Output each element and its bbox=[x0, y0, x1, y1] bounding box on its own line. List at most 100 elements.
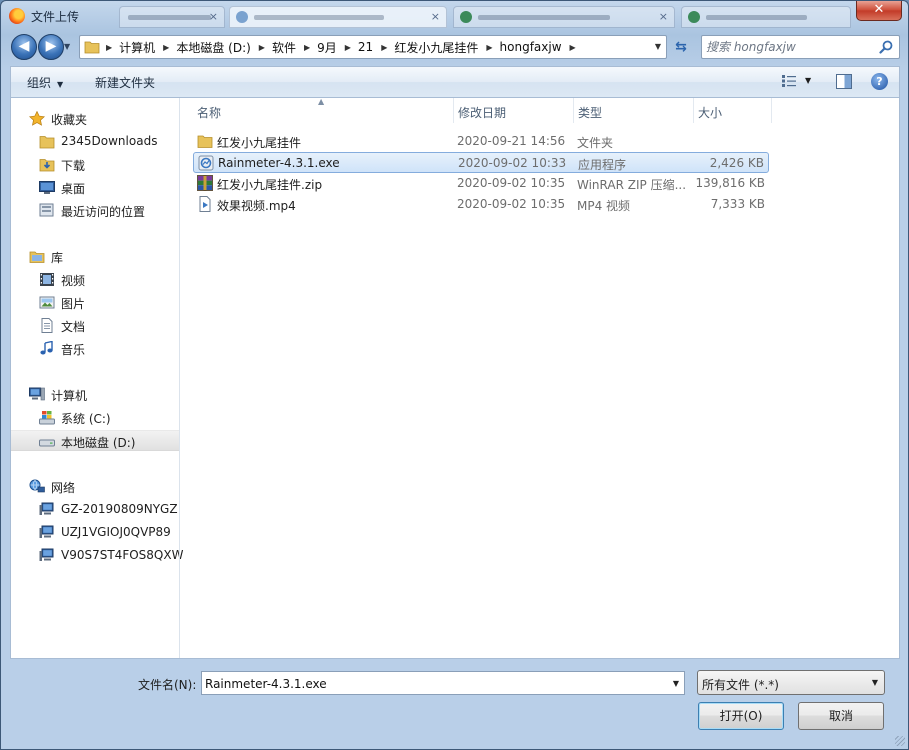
refresh-button[interactable]: ⇆ bbox=[671, 37, 691, 57]
chevron-right-icon[interactable]: ▶ bbox=[486, 43, 492, 52]
command-bar: 组织 ▼ 新建文件夹 ▼ ? bbox=[10, 66, 900, 97]
file-type-value: 所有文件 (*.*) bbox=[702, 678, 779, 692]
view-options-icon[interactable] bbox=[782, 75, 796, 87]
sidebar-header-network[interactable]: 网络 bbox=[11, 476, 179, 497]
sidebar-item-downloads[interactable]: 下载 bbox=[11, 154, 179, 175]
sidebar-item-network-pc[interactable]: GZ-20190809NYGZ bbox=[11, 499, 179, 520]
sidebar-item-drive-d[interactable]: 本地磁盘 (D:) bbox=[11, 430, 179, 451]
file-row[interactable]: 红发小九尾挂件 2020-09-21 14:56 文件夹 bbox=[193, 131, 769, 152]
sidebar-item-music[interactable]: 音乐 bbox=[11, 338, 179, 359]
sidebar-header-libraries[interactable]: 库 bbox=[11, 246, 179, 267]
chevron-right-icon[interactable]: ▶ bbox=[106, 43, 112, 52]
filename-input[interactable] bbox=[205, 675, 665, 692]
file-size: 2,426 KB bbox=[709, 156, 764, 170]
picture-icon bbox=[39, 295, 55, 310]
file-list[interactable]: 名称 ▲ 修改日期 类型 大小 红发小九尾挂件 2020-09-21 14:56… bbox=[181, 97, 899, 658]
refresh-icon: ⇆ bbox=[675, 39, 687, 55]
chevron-right-icon[interactable]: ▶ bbox=[345, 43, 351, 52]
new-folder-button[interactable]: 新建文件夹 bbox=[95, 74, 155, 91]
hard-drive-icon bbox=[39, 434, 55, 449]
file-row[interactable]: Rainmeter-4.3.1.exe 2020-09-02 10:33 应用程… bbox=[193, 152, 769, 173]
sidebar-item-recent-places[interactable]: 最近访问的位置 bbox=[11, 200, 179, 221]
breadcrumb-item[interactable]: 软件 bbox=[272, 39, 296, 56]
back-arrow-icon: ◀ bbox=[18, 38, 30, 54]
column-divider[interactable] bbox=[771, 98, 772, 123]
column-label: 名称 bbox=[197, 106, 222, 120]
back-button[interactable]: ◀ bbox=[11, 34, 37, 60]
close-button[interactable]: ✕ bbox=[856, 1, 902, 21]
forward-button[interactable]: ▶ bbox=[38, 34, 64, 60]
sidebar-label: 图片 bbox=[61, 297, 86, 311]
chevron-right-icon[interactable]: ▶ bbox=[259, 43, 265, 52]
chevron-right-icon[interactable]: ▶ bbox=[570, 43, 576, 52]
address-history-dropdown[interactable]: ▼ bbox=[655, 42, 661, 51]
view-dropdown-icon[interactable]: ▼ bbox=[805, 76, 811, 85]
help-icon[interactable]: ? bbox=[871, 73, 888, 90]
sidebar-item-desktop[interactable]: 桌面 bbox=[11, 177, 179, 198]
address-bar[interactable]: ▶ 计算机 ▶ 本地磁盘 (D:) ▶ 软件 ▶ 9月 ▶ 21 ▶ 红发小九尾… bbox=[79, 35, 667, 59]
pane-divider[interactable] bbox=[179, 98, 180, 658]
sidebar-header-favorites[interactable]: 收藏夹 bbox=[11, 108, 179, 129]
sidebar-label: UZJ1VGIOJ0QVP89 bbox=[61, 525, 171, 539]
chevron-right-icon[interactable]: ▶ bbox=[381, 43, 387, 52]
column-header-size[interactable]: 大小 bbox=[693, 98, 771, 123]
sidebar-item-pictures[interactable]: 图片 bbox=[11, 292, 179, 313]
chevron-down-icon: ▼ bbox=[57, 80, 64, 89]
sidebar-label: 计算机 bbox=[51, 389, 88, 403]
preview-pane-icon[interactable] bbox=[836, 74, 852, 89]
file-row[interactable]: 效果视频.mp4 2020-09-02 10:35 MP4 视频 7,333 K… bbox=[193, 194, 769, 215]
search-input[interactable] bbox=[706, 38, 876, 56]
column-header-date[interactable]: 修改日期 bbox=[453, 98, 573, 123]
breadcrumb-item[interactable]: 本地磁盘 (D:) bbox=[176, 39, 250, 56]
file-row[interactable]: 红发小九尾挂件.zip 2020-09-02 10:35 WinRAR ZIP … bbox=[193, 173, 769, 194]
sidebar-item-documents[interactable]: 文档 bbox=[11, 315, 179, 336]
sidebar-label: 本地磁盘 (D:) bbox=[61, 436, 136, 450]
recent-pages-dropdown[interactable]: ▼ bbox=[64, 42, 70, 51]
file-type: WinRAR ZIP 压缩... bbox=[577, 178, 687, 192]
sidebar-item-2345downloads[interactable]: 2345Downloads bbox=[11, 131, 179, 152]
file-name: 红发小九尾挂件.zip bbox=[217, 178, 323, 192]
sidebar-item-network-pc[interactable]: UZJ1VGIOJ0QVP89 bbox=[11, 522, 179, 543]
sidebar-label: 文档 bbox=[61, 320, 86, 334]
chevron-right-icon[interactable]: ▶ bbox=[163, 43, 169, 52]
file-size: 139,816 KB bbox=[695, 176, 765, 190]
sidebar-label: 网络 bbox=[51, 481, 76, 495]
column-label: 类型 bbox=[578, 106, 603, 120]
cancel-button[interactable]: 取消 bbox=[798, 702, 884, 730]
file-date: 2020-09-02 10:35 bbox=[457, 197, 566, 211]
resize-grip-icon[interactable] bbox=[895, 736, 905, 746]
sidebar-item-network-pc[interactable]: V90S7ST4FOS8QXW bbox=[11, 545, 183, 566]
column-header-name[interactable]: 名称 ▲ bbox=[181, 97, 453, 123]
breadcrumb-item[interactable]: 21 bbox=[358, 40, 373, 54]
navigation-pane[interactable]: 收藏夹 2345Downloads 下载 桌面 最近访问的位置 库 视频 图片 … bbox=[11, 98, 183, 658]
breadcrumb-item[interactable]: 9月 bbox=[317, 39, 337, 56]
chevron-down-icon[interactable]: ▼ bbox=[673, 679, 679, 688]
sidebar-item-drive-c[interactable]: 系统 (C:) bbox=[11, 407, 179, 428]
file-date: 2020-09-02 10:33 bbox=[458, 156, 567, 170]
library-icon bbox=[29, 249, 45, 264]
winrar-icon bbox=[197, 175, 213, 191]
column-label: 大小 bbox=[698, 106, 723, 120]
search-icon[interactable] bbox=[879, 40, 893, 54]
breadcrumb-item[interactable]: 红发小九尾挂件 bbox=[394, 39, 478, 56]
file-date: 2020-09-02 10:35 bbox=[457, 176, 566, 190]
column-header-type[interactable]: 类型 bbox=[573, 98, 693, 123]
sidebar-header-computer[interactable]: 计算机 bbox=[11, 384, 179, 405]
folder-icon bbox=[39, 134, 55, 149]
background-browser-tab bbox=[681, 6, 851, 28]
search-box[interactable] bbox=[701, 35, 900, 59]
sidebar-label: 音乐 bbox=[61, 343, 86, 357]
sidebar-label: 最近访问的位置 bbox=[61, 205, 146, 219]
organize-button[interactable]: 组织 ▼ bbox=[27, 74, 63, 91]
chevron-right-icon[interactable]: ▶ bbox=[304, 43, 310, 52]
chevron-down-icon: ▼ bbox=[871, 678, 878, 687]
sidebar-item-videos[interactable]: 视频 bbox=[11, 269, 179, 290]
breadcrumb-item[interactable]: hongfaxjw bbox=[500, 40, 562, 54]
file-type-select[interactable]: 所有文件 (*.*) ▼ bbox=[697, 670, 885, 695]
system-drive-icon bbox=[39, 410, 55, 425]
file-name: 红发小九尾挂件 bbox=[217, 136, 302, 150]
sidebar-label: 收藏夹 bbox=[51, 113, 88, 127]
filename-combobox[interactable]: ▼ bbox=[201, 671, 685, 695]
open-button[interactable]: 打开(O) bbox=[698, 702, 784, 730]
breadcrumb-item[interactable]: 计算机 bbox=[119, 39, 155, 56]
